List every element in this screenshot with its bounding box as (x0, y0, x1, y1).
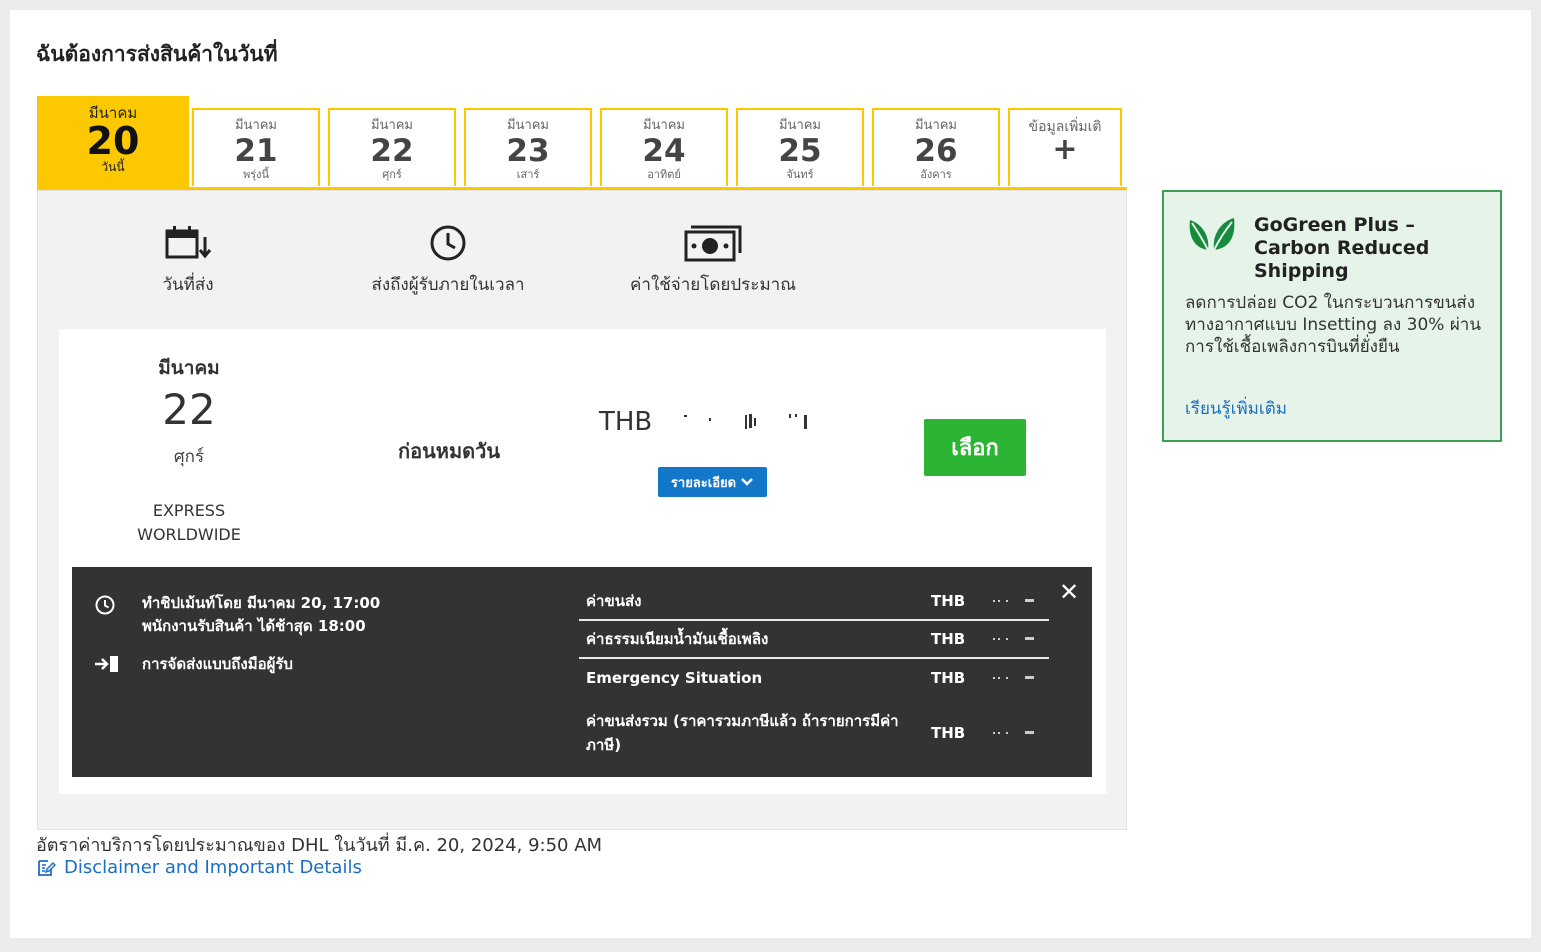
date-tabs: มีนาคม 20 วันนี้ มีนาคม 21 พรุ่งนี้ มีนา… (37, 96, 1127, 192)
charge-label: Emergency Situation (586, 669, 763, 687)
select-button[interactable]: เลือก (924, 419, 1026, 476)
delivery-type-text: การจัดส่งแบบถึงมือผู้รับ (142, 655, 293, 673)
option-day: 22 (162, 385, 216, 434)
tab-month: มีนาคม (778, 118, 822, 133)
charge-label: ค่าขนส่ง (586, 592, 642, 610)
row-divider (579, 619, 1049, 621)
tab-month: มีนาคม (370, 118, 414, 133)
tab-date-24[interactable]: มีนาคม 24 อาทิตย์ (600, 108, 728, 186)
option-weekday: ศุกร์ (173, 447, 205, 467)
charge-row: ค่าธรรมเนียมน้ำมันเชื้อเพลิง THB (579, 627, 1049, 651)
row-divider (579, 657, 1049, 659)
option-month: มีนาคม (158, 357, 220, 379)
tab-day: 25 (778, 133, 822, 169)
tab-weekday: วันนี้ (101, 160, 125, 174)
gogreen-text: ลดการปล่อย CO2 ในกระบวนการขนส่งทางอากาศแ… (1185, 293, 1481, 357)
gogreen-title: GoGreen Plus – Carbon Reduced Shipping (1254, 214, 1429, 283)
gogreen-title-3: Shipping (1254, 260, 1349, 282)
charge-currency: THB (931, 724, 966, 742)
tab-more-dates[interactable]: ข้อมูลเพิ่มเติ + (1008, 108, 1122, 186)
charge-label: ค่าธรรมเนียมน้ำมันเชื้อเพลิง (586, 630, 769, 648)
charge-amount-obscured (993, 676, 1034, 679)
shipping-options-panel: วันที่ส่ง ส่งถึงผู้รับภายในเวลา ค่าใช้จ่… (37, 190, 1127, 830)
plus-icon: + (1052, 132, 1078, 167)
pickup-line-1: ทำชิปเม้นท์โดย มีนาคม 20, 17:00 (142, 594, 381, 612)
tab-weekday: พรุ่งนี้ (242, 168, 270, 181)
tab-date-26[interactable]: มีนาคม 26 อังคาร (872, 108, 1000, 186)
col-ship-date-label: วันที่ส่ง (162, 275, 214, 295)
details-button[interactable]: รายละเอียด (658, 467, 767, 497)
shipping-option-card: มีนาคม 22 ศุกร์ EXPRESS WORLDWIDE ก่อนหม… (59, 329, 1106, 794)
charge-currency: THB (931, 630, 966, 648)
page-title: ฉันต้องการส่งสินค้าในวันที่ (36, 42, 278, 66)
price-details-panel: ทำชิปเม้นท์โดย มีนาคม 20, 17:00 พนักงานร… (72, 567, 1092, 777)
charge-amount-obscured (993, 731, 1034, 734)
tab-weekday: อังคาร (920, 168, 952, 181)
tab-day: 22 (370, 133, 414, 169)
charge-row-total: ค่าขนส่งรวม (ราคารวมภาษีแล้ว ถ้ารายการมี… (579, 709, 1049, 757)
charge-label: ค่าขนส่งรวม (ราคารวมภาษีแล้ว ถ้ารายการมี… (586, 712, 899, 754)
col-estimated-cost-label: ค่าใช้จ่ายโดยประมาณ (630, 275, 796, 295)
tab-weekday: เสาร์ (516, 168, 540, 181)
tab-date-23[interactable]: มีนาคม 23 เสาร์ (464, 108, 592, 186)
col-ship-date: วันที่ส่ง (138, 221, 238, 298)
tab-day: 26 (914, 133, 958, 169)
gogreen-title-2: Carbon Reduced (1254, 237, 1430, 259)
option-delivery-time: ก่อนหมดวัน (397, 439, 501, 463)
gogreen-title-1: GoGreen Plus – (1254, 214, 1415, 236)
disclaimer-link[interactable]: Disclaimer and Important Details (36, 857, 362, 878)
tab-date-20[interactable]: มีนาคม 20 วันนี้ (37, 96, 189, 188)
option-product: EXPRESS WORLDWIDE (137, 501, 241, 544)
disclaimer-link-text: Disclaimer and Important Details (64, 857, 362, 878)
leaf-icon (1189, 218, 1235, 251)
pickup-info-text: ทำชิปเม้นท์โดย มีนาคม 20, 17:00 พนักงานร… (142, 592, 380, 638)
tab-month: มีนาคม (642, 118, 686, 133)
option-currency: THB (599, 407, 653, 437)
door-arrow-icon (95, 656, 118, 672)
tab-month: มีนาคม (234, 118, 278, 133)
banknote-icon (684, 225, 742, 262)
tab-day: 24 (642, 133, 686, 169)
charge-currency: THB (931, 669, 966, 687)
tab-weekday: จันทร์ (786, 168, 814, 181)
option-price-obscured (684, 414, 807, 429)
tab-day: 23 (506, 133, 550, 169)
pickup-line-2: พนักงานรับสินค้า ได้ช้าสุด 18:00 (142, 617, 366, 635)
chevron-down-icon (741, 478, 753, 486)
clock-icon (95, 595, 115, 615)
gogreen-box: GoGreen Plus – Carbon Reduced Shipping ล… (1162, 190, 1502, 442)
col-delivered-by: ส่งถึงผู้รับภายในเวลา (358, 221, 538, 298)
tab-weekday: อาทิตย์ (647, 168, 681, 181)
charge-amount-obscured (993, 637, 1034, 640)
rate-note: อัตราค่าบริการโดยประมาณของ DHL ในวันที่ … (36, 835, 603, 856)
charge-row: ค่าขนส่ง THB (579, 589, 1049, 613)
tab-date-22[interactable]: มีนาคม 22 ศุกร์ (328, 108, 456, 186)
tab-weekday: ศุกร์ (382, 168, 402, 181)
tab-day: 20 (86, 119, 140, 163)
tab-day: 21 (234, 133, 278, 169)
page: ฉันต้องการส่งสินค้าในวันที่ มีนาคม 20 วั… (10, 10, 1531, 938)
close-details-icon[interactable]: ✕ (1058, 580, 1080, 604)
calendar-arrow-icon (165, 226, 212, 259)
details-button-label: รายละเอียด (670, 474, 737, 490)
tab-month: มีนาคม (506, 118, 550, 133)
gogreen-learn-more-link[interactable]: เรียนรู้เพิ่มเติม (1185, 395, 1287, 422)
col-delivered-by-label: ส่งถึงผู้รับภายในเวลา (371, 275, 525, 295)
tab-month: มีนาคม (914, 118, 958, 133)
edit-note-icon (38, 859, 56, 876)
clock-icon (430, 225, 466, 261)
charge-currency: THB (931, 592, 966, 610)
tab-date-25[interactable]: มีนาคม 25 จันทร์ (736, 108, 864, 186)
charge-row: Emergency Situation THB (579, 666, 1049, 690)
charge-amount-obscured (993, 599, 1034, 602)
tab-date-21[interactable]: มีนาคม 21 พรุ่งนี้ (192, 108, 320, 186)
col-estimated-cost: ค่าใช้จ่ายโดยประมาณ (613, 221, 813, 298)
